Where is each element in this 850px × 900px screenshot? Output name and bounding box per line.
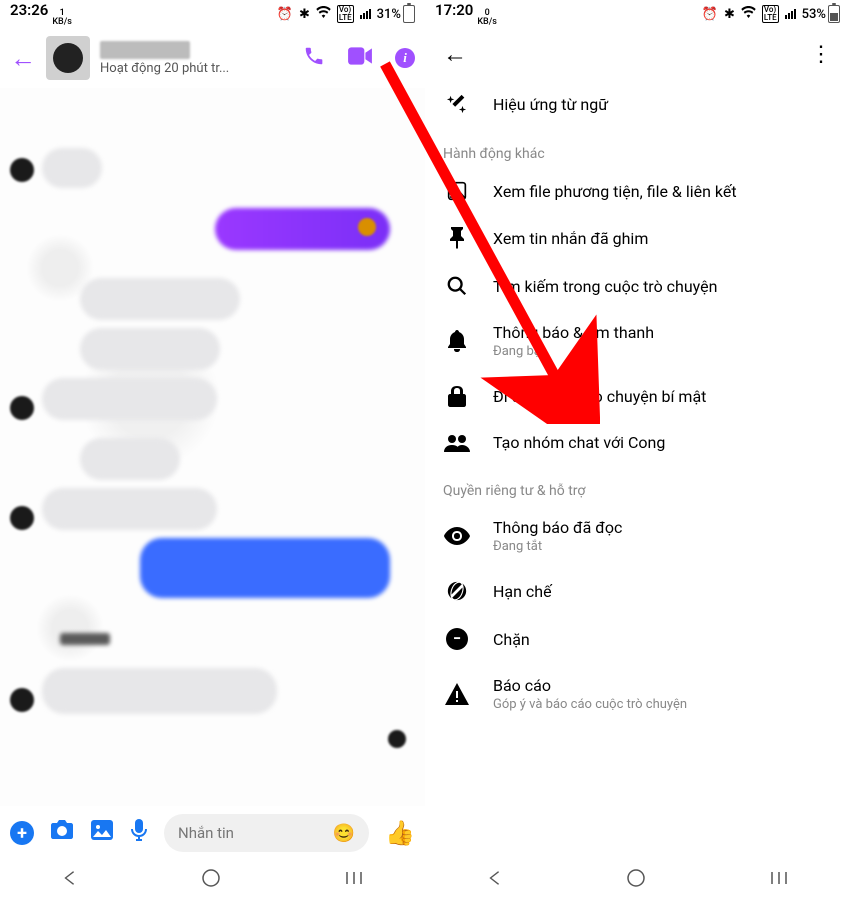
- contact-name-redacted: [100, 41, 190, 59]
- gallery-icon[interactable]: [90, 819, 114, 847]
- media-icon: [443, 181, 471, 201]
- chat-panel: 23:26 1KB/s ⏰ ✱ Vo)LTE 31% ← Hoạt động 2…: [0, 0, 425, 900]
- row-block[interactable]: − Chặn: [443, 615, 832, 663]
- status-time: 23:26: [10, 1, 48, 19]
- section-privacy-support: Quyền riêng tư & hỗ trợ: [443, 465, 832, 505]
- wifi-icon: [741, 6, 756, 22]
- more-icon[interactable]: ⋮: [810, 42, 832, 67]
- search-icon: [443, 275, 471, 297]
- settings-panel: 17:20 0KB/s ⏰ ✱ Vo)LTE 53% ← ⋮ H: [425, 0, 850, 900]
- row-report[interactable]: Báo cáo Góp ý và báo cáo cuộc trò chuyện: [443, 663, 832, 725]
- message-composer: + Nhắn tin 😊 👍: [0, 806, 425, 860]
- contact-activity: Hoạt động 20 phút tr...: [100, 61, 240, 76]
- alarm-icon: ⏰: [702, 7, 718, 22]
- row-notifications-sound[interactable]: Thông báo & âm thanh Đang bật: [443, 310, 832, 372]
- video-icon[interactable]: [347, 45, 373, 71]
- settings-list: Hiệu ứng từ ngữ Hành động khác Xem file …: [425, 80, 850, 860]
- status-bar-right: 17:20 0KB/s ⏰ ✱ Vo)LTE 53%: [425, 0, 850, 28]
- row-secret-conversation[interactable]: Đi đến Cuộc trò chuyện bí mật: [443, 372, 832, 420]
- nav-home-icon[interactable]: [626, 868, 646, 892]
- pin-icon: [443, 227, 471, 249]
- back-icon[interactable]: ←: [443, 40, 467, 69]
- volte-icon: Vo)LTE: [337, 5, 354, 23]
- signal-icon: [785, 9, 796, 19]
- emoji-icon[interactable]: 😊: [333, 823, 355, 844]
- row-search-conversation[interactable]: Tìm kiếm trong cuộc trò chuyện: [443, 262, 832, 310]
- nav-back-icon[interactable]: [486, 869, 504, 891]
- warning-icon: [443, 683, 471, 705]
- battery-percent: 53%: [802, 7, 826, 22]
- android-navbar-right: [425, 860, 850, 900]
- settings-header: ← ⋮: [425, 28, 850, 80]
- nav-recent-icon[interactable]: [769, 870, 789, 890]
- wifi-icon: [316, 6, 331, 22]
- info-icon[interactable]: i: [395, 48, 415, 68]
- bluetooth-icon: ✱: [299, 7, 310, 22]
- chat-messages[interactable]: [0, 88, 425, 806]
- android-navbar-left: [0, 860, 425, 900]
- signal-icon: [360, 9, 371, 19]
- row-read-receipts[interactable]: Thông báo đã đọc Đang tắt: [443, 505, 832, 567]
- plus-icon[interactable]: +: [10, 821, 34, 845]
- row-media-files[interactable]: Xem file phương tiện, file & liên kết: [443, 168, 832, 214]
- nav-back-icon[interactable]: [61, 869, 79, 891]
- avatar[interactable]: [46, 36, 90, 80]
- battery-percent: 31%: [377, 7, 401, 22]
- nav-home-icon[interactable]: [201, 868, 221, 892]
- eye-icon: [443, 527, 471, 545]
- chat-header: ← Hoạt động 20 phút tr... i: [0, 28, 425, 88]
- volte-icon: Vo)LTE: [762, 5, 779, 23]
- sparkle-icon: [443, 93, 471, 115]
- mic-icon[interactable]: [130, 818, 148, 848]
- like-icon[interactable]: 👍: [385, 819, 415, 847]
- camera-icon[interactable]: [50, 819, 74, 847]
- section-other-actions: Hành động khác: [443, 128, 832, 168]
- battery-icon: [403, 5, 415, 23]
- restrict-icon: [443, 580, 471, 602]
- row-word-effects[interactable]: Hiệu ứng từ ngữ: [443, 80, 832, 128]
- status-bar-left: 23:26 1KB/s ⏰ ✱ Vo)LTE 31%: [0, 0, 425, 28]
- lock-icon: [443, 385, 471, 407]
- block-icon: −: [443, 628, 471, 650]
- nav-recent-icon[interactable]: [344, 870, 364, 890]
- bell-icon: [443, 330, 471, 352]
- row-restrict[interactable]: Hạn chế: [443, 567, 832, 615]
- status-time: 17:20: [435, 1, 473, 19]
- call-icon[interactable]: [303, 45, 325, 71]
- message-input[interactable]: Nhắn tin 😊: [164, 814, 369, 852]
- row-pinned-messages[interactable]: Xem tin nhắn đã ghim: [443, 214, 832, 262]
- row-create-group[interactable]: Tạo nhóm chat với Cong: [443, 420, 832, 465]
- battery-icon: [828, 5, 840, 23]
- bluetooth-icon: ✱: [724, 7, 735, 22]
- group-icon: [443, 434, 471, 452]
- alarm-icon: ⏰: [277, 7, 293, 22]
- back-icon[interactable]: ←: [10, 43, 36, 74]
